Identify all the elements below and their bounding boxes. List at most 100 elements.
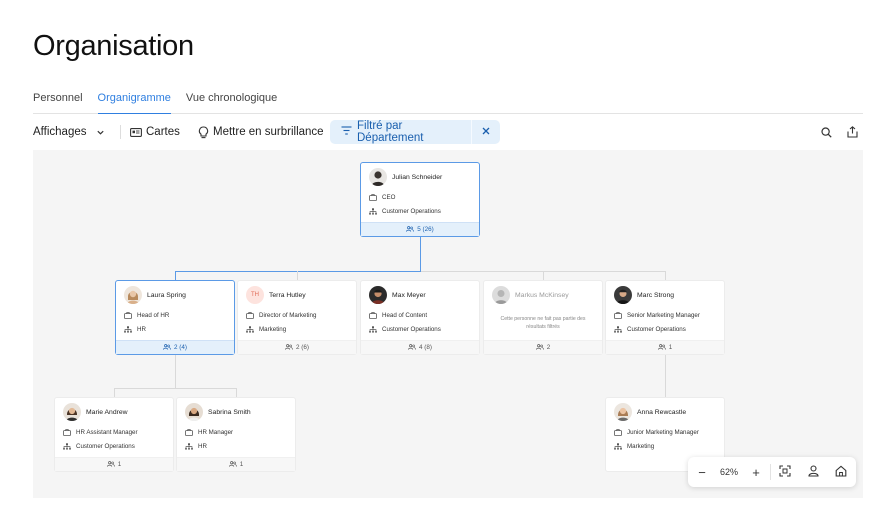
reports-count[interactable]: 2 (6) — [238, 340, 356, 354]
card-department-row: HR — [185, 443, 207, 450]
org-card-laura-spring[interactable]: Laura Spring Head of HR HR 2 (4) — [115, 280, 235, 355]
count-label: 2 — [546, 344, 551, 351]
person-name: Markus McKinsey — [515, 291, 569, 299]
connector-line — [543, 271, 545, 280]
card-title-row: HR Assistant Manager — [63, 429, 138, 436]
fit-to-screen-button[interactable] — [771, 457, 799, 487]
clear-filter-button[interactable] — [472, 120, 500, 144]
focus-me-button[interactable] — [799, 457, 827, 487]
person-name: Terra Hutley — [269, 291, 306, 299]
lightbulb-icon — [198, 125, 209, 139]
briefcase-icon — [63, 429, 71, 436]
org-tree-icon — [246, 326, 254, 333]
job-title: Senior Marketing Manager — [627, 312, 700, 319]
connector-line — [297, 271, 299, 280]
tab-bar: Personnel Organigramme Vue chronologique — [33, 86, 863, 114]
reports-count[interactable]: 5 (26) — [361, 222, 479, 236]
connector-line — [114, 388, 237, 390]
org-card-marie-andrew[interactable]: Marie Andrew HR Assistant Manager Custom… — [54, 397, 174, 472]
views-label: Affichages — [33, 126, 87, 138]
card-header: Laura Spring — [124, 286, 186, 304]
views-dropdown[interactable]: Affichages — [33, 120, 105, 144]
zoom-out-button[interactable]: − — [688, 457, 716, 487]
org-tree-icon — [369, 208, 377, 215]
card-header: Max Meyer — [369, 286, 426, 304]
org-tree-icon — [614, 443, 622, 450]
home-button[interactable] — [827, 457, 855, 487]
people-icon — [408, 343, 416, 352]
job-title: Junior Marketing Manager — [627, 429, 699, 436]
people-icon — [406, 225, 415, 234]
department: Customer Operations — [627, 326, 686, 333]
filter-icon — [341, 126, 352, 138]
people-icon — [163, 343, 171, 352]
org-tree-icon — [369, 326, 377, 333]
card-department-row: Customer Operations — [614, 326, 686, 333]
card-title-row: Head of HR — [124, 312, 169, 319]
briefcase-icon — [614, 429, 622, 436]
org-card-max-meyer[interactable]: Max Meyer Head of Content Customer Opera… — [360, 280, 480, 355]
avatar — [185, 403, 203, 421]
card-title-row: CEO — [369, 194, 395, 201]
tab-vue-chronologique[interactable]: Vue chronologique — [186, 86, 277, 114]
card-header: TH Terra Hutley — [246, 286, 306, 304]
person-name: Laura Spring — [147, 291, 186, 299]
zoom-controls: − 62% + — [688, 457, 856, 487]
share-button[interactable] — [847, 120, 858, 144]
briefcase-icon — [124, 312, 132, 319]
reports-count[interactable]: 2 (4) — [116, 340, 234, 354]
job-title: HR Assistant Manager — [76, 429, 138, 436]
fit-screen-icon — [779, 465, 791, 479]
toolbar-divider — [120, 125, 121, 139]
avatar — [63, 403, 81, 421]
cards-icon — [130, 127, 142, 138]
tab-personnel[interactable]: Personnel — [33, 86, 83, 114]
avatar — [124, 286, 142, 304]
org-tree-icon — [614, 326, 622, 333]
card-title-row: Head of Content — [369, 312, 427, 319]
avatar — [614, 403, 632, 421]
org-chart-canvas[interactable]: Julian Schneider CEO Customer Operations… — [33, 150, 863, 498]
count-label: 1 — [117, 461, 122, 468]
cards-button[interactable]: Cartes — [130, 120, 180, 144]
people-icon — [657, 343, 666, 352]
count-label: 2 (4) — [174, 344, 187, 351]
briefcase-icon — [246, 312, 254, 319]
card-header: Anna Rewcastle — [614, 403, 686, 421]
page-title: Organisation — [33, 30, 194, 62]
department: Customer Operations — [76, 443, 135, 450]
card-title-row: Senior Marketing Manager — [614, 312, 700, 319]
briefcase-icon — [614, 312, 622, 319]
org-card-terra-hutley[interactable]: TH Terra Hutley Director of Marketing Ma… — [237, 280, 357, 355]
person-name: Marc Strong — [637, 291, 675, 299]
share-icon — [847, 126, 858, 138]
avatar — [614, 286, 632, 304]
person-icon — [807, 465, 819, 479]
job-title: Head of HR — [137, 312, 170, 319]
card-department-row: Marketing — [614, 443, 654, 450]
reports-count[interactable]: 4 (8) — [361, 340, 479, 354]
count-label: 2 (6) — [296, 344, 309, 351]
filtered-out-note: Cette personne ne fait pas partie des ré… — [500, 316, 586, 330]
department-filter-button[interactable]: Filtré par Département — [330, 120, 472, 144]
org-card-sabrina-smith[interactable]: Sabrina Smith HR Manager HR 1 — [176, 397, 296, 472]
reports-count[interactable]: 1 — [177, 457, 295, 471]
highlight-button[interactable]: Mettre en surbrillance — [198, 120, 324, 144]
org-card-root[interactable]: Julian Schneider CEO Customer Operations… — [360, 162, 480, 237]
reports-count[interactable]: 1 — [55, 457, 173, 471]
person-name: Anna Rewcastle — [637, 408, 687, 416]
people-icon — [106, 460, 115, 469]
connector-line — [236, 388, 238, 397]
zoom-in-button[interactable]: + — [742, 457, 770, 487]
tab-organigramme[interactable]: Organigramme — [97, 86, 171, 114]
filter-label: Filtré par Département — [357, 120, 424, 144]
search-button[interactable] — [821, 120, 832, 144]
org-card-marc-strong[interactable]: Marc Strong Senior Marketing Manager Cus… — [605, 280, 725, 355]
minus-icon: − — [698, 464, 706, 480]
avatar — [369, 168, 387, 186]
org-card-markus-mckinsey[interactable]: Markus McKinsey Cette personne ne fait p… — [483, 280, 603, 355]
reports-count[interactable]: 1 — [606, 340, 724, 354]
count-label: 5 (26) — [417, 226, 434, 233]
job-title: CEO — [382, 194, 396, 201]
reports-count[interactable]: 2 — [484, 340, 602, 354]
